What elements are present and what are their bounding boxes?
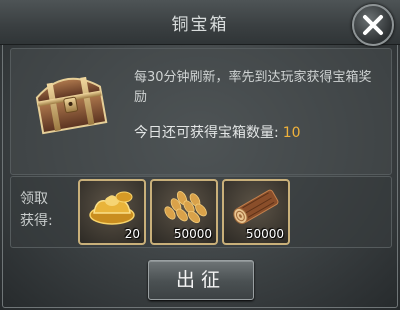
chest-description: 每30分钟刷新，率先到达玩家获得宝箱奖励 — [134, 70, 372, 105]
reward-qty-gold: 20 — [124, 227, 140, 241]
reward-slot-wheat[interactable]: 50000 — [150, 179, 218, 245]
reward-qty-wood: 50000 — [245, 227, 284, 241]
wood-log-icon — [233, 189, 279, 225]
wheat-icon — [164, 191, 207, 224]
remaining-count-line: 今日还可获得宝箱数量: 10 — [134, 122, 301, 142]
rewards-label-line1: 领取 — [20, 191, 48, 207]
chest-dialog: 铜宝箱 每30分钟刷新，率先到达玩家获得宝箱奖励 今日还可获得宝箱数量: 10 … — [0, 0, 400, 310]
treasure-chest-icon — [28, 66, 112, 140]
close-button[interactable] — [352, 4, 394, 46]
remaining-count-value: 10 — [282, 125, 301, 141]
rewards-label-line2: 获得: — [20, 213, 53, 229]
title-bar: 铜宝箱 — [0, 0, 400, 45]
reward-qty-wheat: 50000 — [173, 227, 212, 241]
close-icon — [363, 15, 383, 35]
dialog-title: 铜宝箱 — [171, 15, 229, 35]
gold-ingot-icon — [89, 191, 135, 225]
march-button[interactable]: 出征 — [148, 260, 254, 300]
reward-slot-wood[interactable]: 50000 — [222, 179, 290, 245]
reward-slot-gold[interactable]: 20 — [78, 179, 146, 245]
rewards-label: 领取 获得: — [20, 188, 60, 232]
remaining-count-label: 今日还可获得宝箱数量: — [134, 125, 279, 141]
